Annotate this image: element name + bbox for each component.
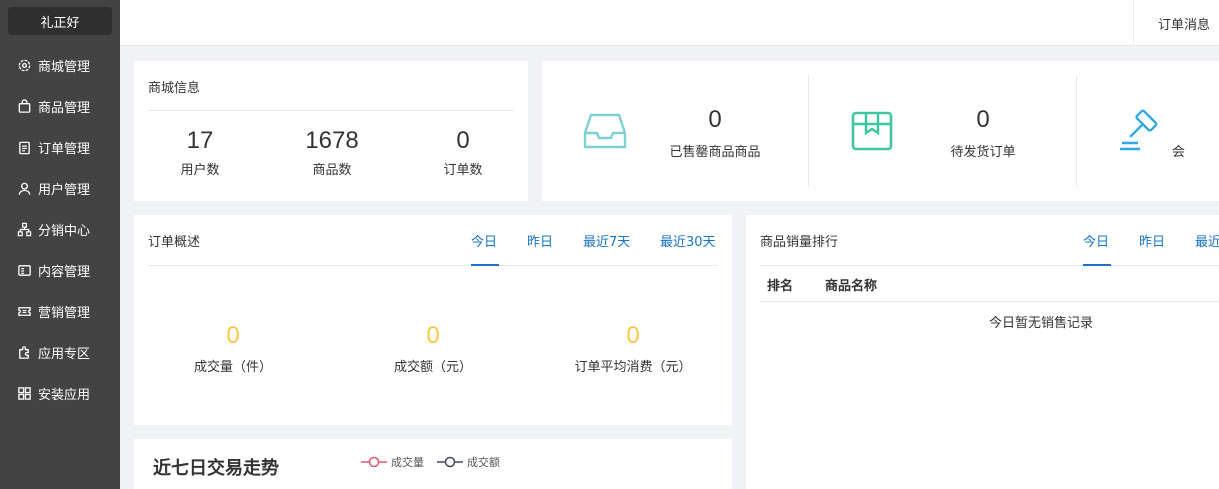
tab-recent[interactable]: 最近 [1195,231,1219,250]
overview-label: 成交额（元） [393,360,472,375]
sidebar-item-shop[interactable]: 商城管理 [0,45,120,86]
overview-value: 0 [226,322,240,349]
tab-last-7-days[interactable]: 最近7天 [583,231,630,250]
legend-item-volume[interactable]: 成交量 [361,454,424,470]
tab-last-30-days[interactable]: 最近30天 [660,231,716,250]
ticket-icon [18,307,31,316]
divider [148,110,514,111]
stat-label: 商品数 [312,163,352,178]
summary-value: 0 [976,106,990,133]
column-header-product-name: 商品名称 [825,279,878,294]
shop-info-card: 商城信息 17 用户数 1678 商品数 0 订单数 [134,61,528,201]
active-tab-indicator [1083,264,1111,266]
card-title: 商城信息 [148,81,201,96]
overview-value: 0 [426,322,440,349]
overview-value: 0 [626,322,640,349]
tab-today[interactable]: 今日 [1083,231,1109,250]
sidebar-item-label: 分销中心 [38,224,91,239]
overview-label: 订单平均消费（元） [574,360,692,375]
divider [148,265,718,266]
gear-icon [18,59,31,72]
package-icon [851,111,893,151]
stat-goods: 1678 商品数 [282,127,382,178]
sidebar-item-label: 商城管理 [38,60,91,75]
column-header-rank: 排名 [767,279,794,294]
empty-state-text: 今日暂无销售记录 [989,316,1094,331]
sidebar-item-label: 营销管理 [38,306,91,321]
sidebar-item-label: 应用专区 [38,347,91,362]
sidebar-item-label: 用户管理 [38,183,91,198]
stat-orders: 0 订单数 [413,127,513,178]
tab-yesterday[interactable]: 昨日 [1139,231,1165,250]
top-bar: 订单消息 [120,0,1219,46]
trend-title: 近七日交易走势 [153,458,279,479]
stat-value: 17 [186,127,214,154]
sidebar-item-label: 商品管理 [38,101,91,116]
card-title: 商品销量排行 [760,235,839,250]
legend-label: 成交量 [391,456,424,469]
legend-label: 成交额 [467,456,500,469]
sidebar-item-label: 订单管理 [38,142,91,157]
gavel-icon [1120,109,1158,151]
tab-today[interactable]: 今日 [471,231,497,250]
summary-label: 已售罄商品商品 [669,145,761,160]
order-overview-card: 订单概述 今日 昨日 最近7天 最近30天 0 成交量（件） 0 成交额（元） … [134,215,732,425]
sidebar-item-label: 内容管理 [38,265,91,280]
sidebar-item-install[interactable]: 安装应用 [0,373,120,414]
summary-label: 会 [1172,145,1186,160]
puzzle-icon [19,346,29,359]
stat-label: 订单数 [443,163,483,178]
sidebar-item-goods[interactable]: 商品管理 [0,86,120,127]
legend-line-icon [437,456,463,468]
order-message-button[interactable]: 订单消息 [1133,0,1219,46]
legend-item-amount[interactable]: 成交额 [437,454,500,470]
tab-yesterday[interactable]: 昨日 [527,231,553,250]
sidebar-item-label: 安装应用 [38,388,91,403]
stat-value: 1678 [305,127,359,154]
summary-value: 0 [708,106,722,133]
stat-label: 用户数 [180,163,220,178]
shopping-bag-icon [18,99,31,113]
stat-value: 0 [456,127,470,154]
sales-rank-card: 商品销量排行 今日 昨日 最近 排名 商品名称 今日暂无销售记录 [746,215,1219,489]
sidebar-item-users[interactable]: 用户管理 [0,168,120,209]
document-icon [18,265,31,276]
clipboard-icon [19,141,30,155]
overview-label: 成交量（件） [193,360,272,375]
sidebar-item-orders[interactable]: 订单管理 [0,127,120,168]
grid-icon [18,387,31,400]
brand-logo[interactable]: 礼正好 [8,7,112,35]
inbox-icon [583,113,627,149]
summary-label: 待发货订单 [950,145,1016,160]
org-chart-icon [17,222,32,237]
sidebar: 礼正好 商城管理 商品管理 订单管理 用户管理 分销中心 内容管理 营销管理 应… [0,0,120,489]
divider [760,301,1219,302]
sidebar-item-apps[interactable]: 应用专区 [0,332,120,373]
divider [760,265,1219,266]
sidebar-item-content[interactable]: 内容管理 [0,250,120,291]
sidebar-item-distribution[interactable]: 分销中心 [0,209,120,250]
divider [1076,75,1077,187]
active-tab-indicator [471,264,499,266]
card-title: 订单概述 [148,235,201,250]
summary-card: 0 已售罄商品商品 0 待发货订单 会 [542,61,1219,201]
user-icon [18,182,31,195]
stat-users: 17 用户数 [150,127,250,178]
divider [808,75,809,187]
legend-line-icon [361,456,387,468]
sidebar-item-marketing[interactable]: 营销管理 [0,291,120,332]
